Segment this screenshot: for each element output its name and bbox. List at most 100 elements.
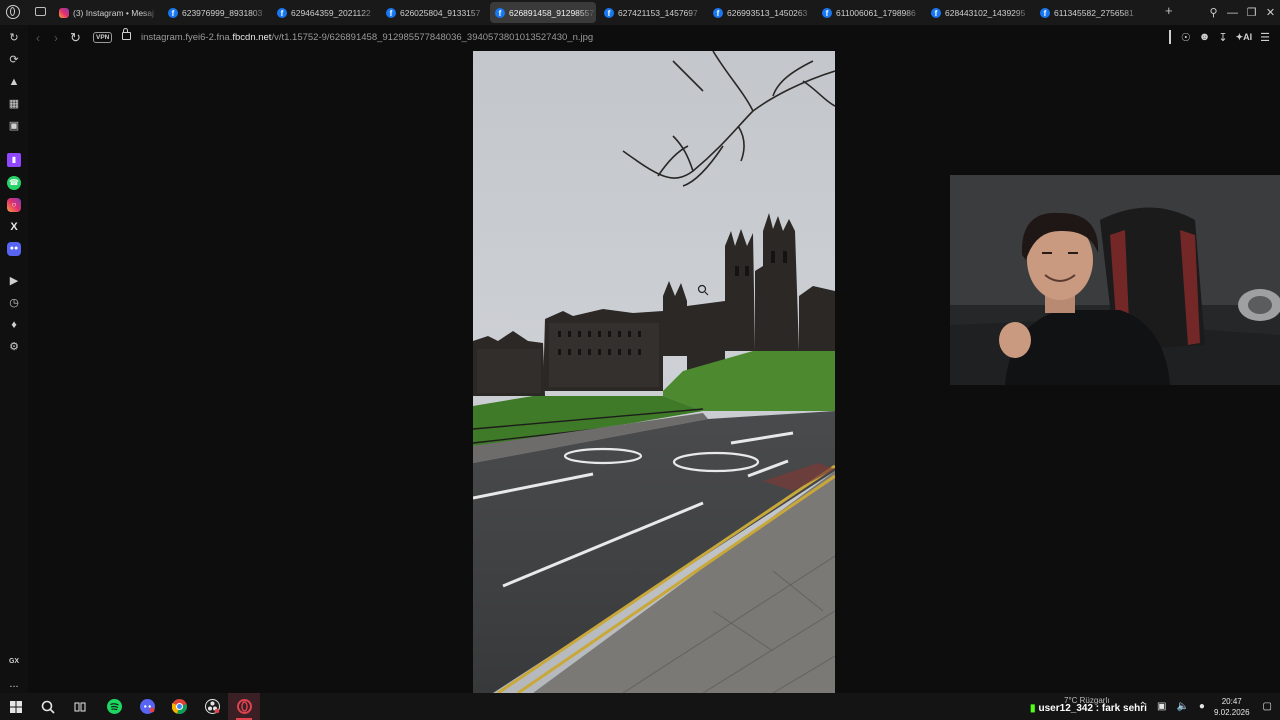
- obs-glyph: [204, 699, 220, 714]
- kick-icon: ▮: [1030, 703, 1036, 714]
- window-controls: ⚲ — ❐ ✕: [1204, 0, 1280, 25]
- url-field[interactable]: instagram.fyei6-2.fna.fbcdn.net/v/t1.157…: [141, 32, 593, 43]
- tab-active[interactable]: f 626891458_9129855778: [490, 2, 596, 23]
- tab-fade: [905, 2, 923, 23]
- close-icon[interactable]: ✕: [1261, 6, 1280, 19]
- webcam-feed: [950, 175, 1280, 385]
- gx-corner-label[interactable]: GX: [7, 655, 21, 669]
- gx-control-icon[interactable]: ▲: [7, 75, 21, 89]
- forward-icon[interactable]: ›: [54, 31, 58, 45]
- discord-glyph: [139, 699, 155, 714]
- history-flow-icon[interactable]: ⟳: [7, 53, 21, 67]
- tab[interactable]: f 611006061_1798986: [817, 2, 923, 23]
- spotify-icon[interactable]: [98, 693, 130, 720]
- tab-fade: [687, 2, 705, 23]
- search-glyph: [41, 700, 55, 714]
- start-windows-icon[interactable]: [0, 693, 32, 720]
- tab-strip: (3) Instagram • Mesaj f 623976999_8931803 f…: [54, 2, 1144, 23]
- instagram-icon: [59, 7, 69, 18]
- facebook-icon: f: [604, 7, 614, 18]
- displayed-photo[interactable]: [473, 51, 835, 693]
- extensions-icon[interactable]: ♦: [7, 318, 21, 332]
- tab[interactable]: f 628443102_1439295: [926, 2, 1032, 23]
- minimize-icon[interactable]: —: [1223, 7, 1242, 19]
- discord-icon[interactable]: ●●: [7, 242, 21, 256]
- twitch-icon[interactable]: ▮: [7, 153, 21, 167]
- new-tab-plus-icon[interactable]: +: [1165, 4, 1173, 18]
- download-icon[interactable]: ↧: [1218, 31, 1227, 44]
- tab-bar: (3) Instagram • Mesaj f 623976999_8931803 f…: [0, 0, 1280, 25]
- clock-date: 9.02.2026: [1213, 707, 1250, 717]
- discord-taskbar-icon[interactable]: [131, 693, 163, 720]
- messenger-icon[interactable]: ▣: [7, 119, 21, 133]
- tab-overview-icon[interactable]: [35, 7, 46, 16]
- microphone-icon[interactable]: ●: [1199, 701, 1205, 712]
- task-view-icon[interactable]: [64, 693, 96, 720]
- chrome-icon[interactable]: [163, 693, 195, 720]
- tab[interactable]: f 611345582_2756581: [1035, 2, 1141, 23]
- sidebar-more-icon[interactable]: ...: [7, 677, 21, 691]
- clock-time: 20:47: [1221, 696, 1242, 706]
- tab-title: 629464359_2021122: [291, 7, 371, 18]
- history-icon[interactable]: ◷: [7, 296, 21, 310]
- search-icon[interactable]: ⚲: [1204, 6, 1223, 19]
- windows-logo: [10, 700, 22, 713]
- tab[interactable]: f 627421153_1457697: [599, 2, 705, 23]
- lock-icon[interactable]: [122, 28, 131, 40]
- tab-fade: [1123, 2, 1141, 23]
- system-tray: ⌃ ▣ 🔈 ● 20:47 9.02.2026 ▢: [1134, 693, 1280, 720]
- volume-icon[interactable]: 🔈: [1176, 701, 1188, 712]
- stream-overlay-text: user12_342 : fark sehri: [1038, 703, 1147, 714]
- tab[interactable]: f 623976999_8931803: [163, 2, 269, 23]
- sync-icon[interactable]: ↻: [7, 31, 21, 45]
- task-view-glyph: [74, 702, 86, 711]
- restore-icon[interactable]: ❐: [1242, 6, 1261, 19]
- facebook-icon: f: [931, 7, 941, 18]
- account-icon[interactable]: ☻: [1199, 31, 1211, 43]
- taskbar-search-icon[interactable]: [32, 693, 64, 720]
- back-icon[interactable]: ‹: [36, 31, 40, 45]
- gx-cleaner-icon[interactable]: ▦: [7, 97, 21, 111]
- opera-gx-taskbar-icon[interactable]: [228, 693, 260, 720]
- reload-icon[interactable]: ↻: [70, 30, 81, 46]
- webcam-overlay: [950, 175, 1280, 385]
- url-prefix: instagram.fyei6-2.fna.: [141, 32, 233, 43]
- ai-label: AI: [1243, 31, 1253, 42]
- address-bar: ‹ › ↻ VPN instagram.fyei6-2.fna.fbcdn.ne…: [28, 25, 1280, 51]
- facebook-icon: f: [822, 7, 832, 18]
- instagram-icon[interactable]: ○: [7, 198, 21, 212]
- x-twitter-icon[interactable]: X: [7, 220, 21, 234]
- url-path: /v/t1.15752-9/626891458_912985577848036_…: [271, 32, 594, 43]
- tab-fade: [1014, 2, 1032, 23]
- network-icon[interactable]: ▣: [1157, 701, 1166, 712]
- stream-overlay-user: ▮ user12_342 : fark sehri: [1030, 703, 1147, 714]
- aria-ai-button[interactable]: ✦AI: [1236, 32, 1253, 43]
- clock[interactable]: 20:47 9.02.2026: [1214, 696, 1250, 718]
- facebook-icon: f: [386, 7, 396, 18]
- notifications-icon[interactable]: ▢: [1263, 701, 1272, 712]
- tab-fade: [469, 2, 487, 23]
- tab[interactable]: (3) Instagram • Mesaj: [54, 2, 160, 23]
- tab-title: 627421153_1457697: [618, 7, 698, 18]
- tab[interactable]: f 626025804_9133157: [381, 2, 487, 23]
- snapshot-icon[interactable]: ☉: [1181, 31, 1191, 44]
- settings-gear-icon[interactable]: ⚙: [7, 340, 21, 354]
- spotify-glyph: [106, 699, 122, 714]
- chrome-glyph: [171, 699, 187, 714]
- tab-fade: [796, 2, 814, 23]
- whatsapp-icon[interactable]: ☎: [7, 176, 21, 190]
- url-domain: fbcdn.net: [232, 32, 272, 43]
- tab-fade: [360, 2, 378, 23]
- tab-title: 611006061_1798986: [836, 7, 916, 18]
- tab[interactable]: f 626993513_1450263: [708, 2, 814, 23]
- vpn-badge[interactable]: VPN: [93, 32, 113, 43]
- tab-title: 611345582_2756581: [1054, 7, 1134, 18]
- facebook-icon: f: [277, 7, 287, 18]
- address-separator: [1168, 30, 1171, 44]
- tab[interactable]: f 629464359_2021122: [272, 2, 378, 23]
- opera-gx-logo-icon[interactable]: [6, 5, 20, 19]
- obs-icon[interactable]: [196, 693, 228, 720]
- player-icon[interactable]: ▶: [7, 274, 21, 288]
- easy-setup-menu-icon[interactable]: ☰: [1260, 31, 1270, 44]
- facebook-icon: f: [713, 7, 723, 18]
